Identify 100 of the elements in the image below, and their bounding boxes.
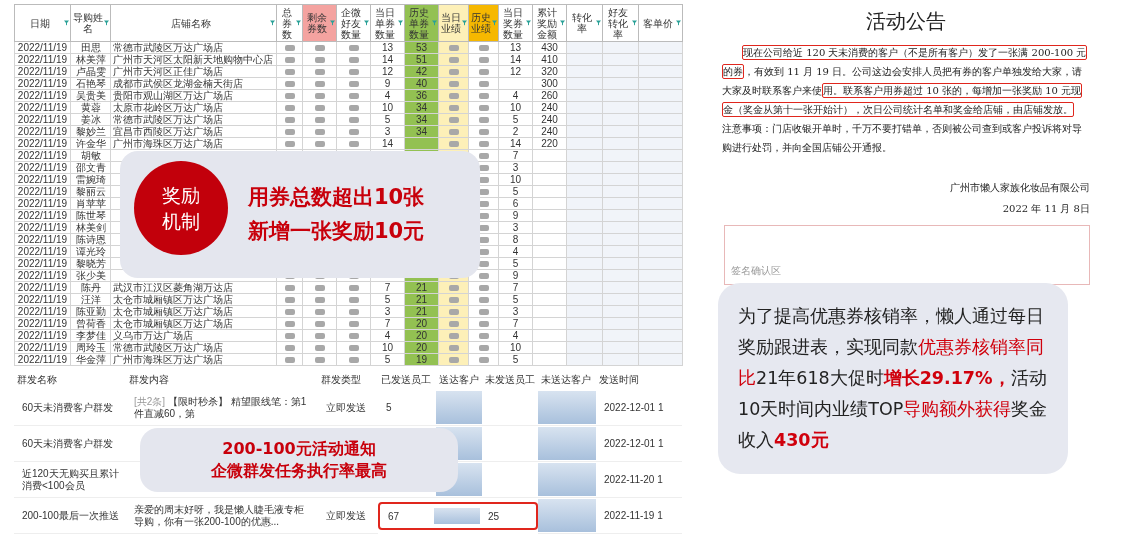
blurred-value: [314, 57, 325, 64]
send-type: 立即发送: [318, 498, 378, 534]
table-cell: 邵文青: [75, 162, 106, 173]
table-cell: 7: [384, 318, 391, 329]
table-cell: 2022/11/19: [17, 150, 68, 161]
blurred-value: [478, 153, 489, 160]
table-cell: 石艳琴: [75, 78, 106, 89]
blurred-value: [478, 141, 489, 148]
blurred-value: [314, 285, 325, 292]
blurred-value: [448, 57, 459, 64]
table-cell: 曾荷香: [75, 318, 106, 329]
table-cell: 5: [512, 354, 519, 365]
blurred-value: [448, 117, 459, 124]
column-header: 日期: [14, 4, 71, 42]
signature-label: 签名确认区: [731, 264, 781, 278]
blurred-value: [314, 345, 325, 352]
blurred-value: [284, 117, 295, 124]
table-cell: 7: [384, 282, 391, 293]
table-cell: 华金萍: [75, 354, 106, 365]
table-cell: 220: [541, 138, 558, 149]
blurred-value: [314, 105, 325, 112]
blurred-value: [448, 81, 459, 88]
table-cell: 2022/11/19: [17, 102, 68, 113]
blurred-value: [478, 333, 489, 340]
table-cell: 5: [512, 258, 519, 269]
blurred-value: [436, 391, 482, 424]
table-cell: 林美剑: [75, 222, 106, 233]
table-cell: 2022/11/19: [17, 174, 68, 185]
table-cell: 410: [541, 54, 558, 65]
table-cell: 53: [415, 42, 428, 53]
table-cell: 2022/11/19: [17, 66, 68, 77]
table-cell: 卢晶雯: [75, 66, 106, 77]
table-cell: 2022/11/19: [17, 294, 68, 305]
blurred-value: [284, 81, 295, 88]
send-type: 立即发送: [318, 390, 378, 426]
table-cell: 42: [415, 66, 428, 77]
announcement-date: 2022 年 11 月 8日: [1001, 202, 1090, 216]
blurred-value: [284, 141, 295, 148]
table-cell: 陈丹: [80, 282, 101, 293]
table-cell: 常德市武陵区万达广场店: [113, 342, 223, 353]
blurred-value: [348, 297, 359, 304]
column-header: 未送达客户: [540, 373, 592, 387]
table-cell: 10: [509, 102, 522, 113]
table-cell: 2022/11/19: [17, 318, 68, 329]
column-header: 好友转化率: [602, 4, 639, 42]
table-cell: 陈亚勤: [75, 306, 106, 317]
table-cell: 汪洋: [80, 294, 101, 305]
blurred-value: [478, 105, 489, 112]
table-cell: 10: [509, 342, 522, 353]
blurred-value: [284, 105, 295, 112]
table-cell: 武汉市江汉区菱角湖万达店: [113, 282, 233, 293]
table-cell: 4: [512, 90, 519, 101]
table-cell: 21: [415, 294, 428, 305]
column-header: 历史业绩: [468, 4, 499, 42]
table-cell: 7: [512, 318, 519, 329]
blurred-value: [284, 357, 295, 364]
blurred-value: [284, 321, 295, 328]
table-cell: 9: [512, 270, 519, 281]
table-cell: 2022/11/19: [17, 210, 68, 221]
table-cell: 2022/11/19: [17, 186, 68, 197]
table-cell: 太原市花岭区万达广场店: [113, 102, 223, 113]
table-cell: 5: [512, 186, 519, 197]
table-cell: 陈世琴: [75, 210, 106, 221]
table-cell: 宜昌市西陵区万达广场店: [113, 126, 223, 137]
column-header: 店铺名称: [110, 4, 277, 42]
column-header: 剩余券数: [302, 4, 337, 42]
table-cell: 太仓市城厢镇区万达广场店: [113, 294, 233, 305]
blurred-value: [478, 357, 489, 364]
blurred-value: [478, 93, 489, 100]
column-header: 转化率: [566, 4, 603, 42]
blurred-value: [314, 297, 325, 304]
blurred-value: [478, 321, 489, 328]
table-cell: 10: [381, 102, 394, 113]
blurred-value: [478, 261, 489, 268]
table-cell: 40: [415, 78, 428, 89]
table-cell: 常德市武陵区万达广场店: [113, 42, 223, 53]
column-header: 群发名称: [16, 373, 58, 387]
table-cell: 51: [415, 54, 428, 65]
table-cell: 2: [512, 126, 519, 137]
notice-text: 企微群发任务执行率最高: [211, 462, 387, 480]
blurred-value: [314, 45, 325, 52]
blurred-value: [284, 285, 295, 292]
table-cell: 2022/11/19: [17, 126, 68, 137]
table-cell: 7: [512, 282, 519, 293]
filter-icon[interactable]: [676, 20, 681, 26]
blurred-value: [284, 345, 295, 352]
table-cell: 240: [541, 126, 558, 137]
blurred-value: [348, 45, 359, 52]
table-cell: 广州市海珠区万达广场店: [113, 354, 223, 365]
blurred-value: [284, 309, 295, 316]
blurred-value: [478, 285, 489, 292]
summary-card: 为了提高优惠券核销率，懒人通过每日奖励跟进表，实现同款优惠券核销率同比21年618大促时增长29.17%，活动10天时间内业绩TOP导购额外获得奖金收入430元: [718, 283, 1068, 474]
blurred-value: [314, 357, 325, 364]
blurred-value: [448, 93, 459, 100]
blurred-value: [284, 333, 295, 340]
table-cell: 5: [384, 354, 391, 365]
blurred-value: [448, 333, 459, 340]
table-cell: 12: [381, 66, 394, 77]
reward-rule: 用券总数超出10张: [248, 186, 425, 210]
table-cell: 2022/11/19: [17, 258, 68, 269]
